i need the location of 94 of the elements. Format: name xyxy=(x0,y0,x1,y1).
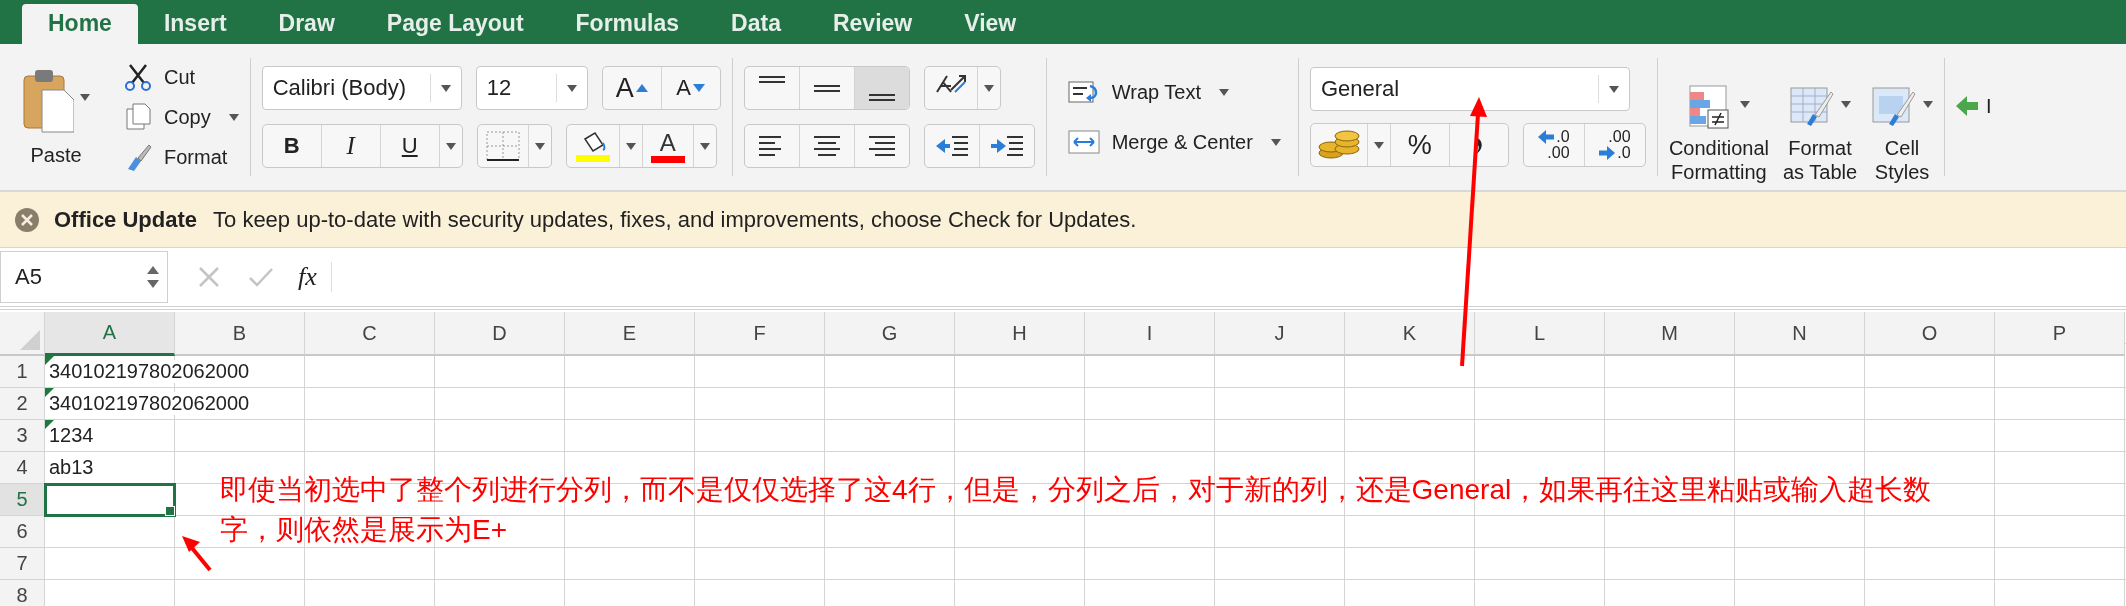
column-header[interactable]: H xyxy=(955,312,1085,356)
ribbon-tab[interactable]: Review xyxy=(806,4,939,44)
selected-cell[interactable] xyxy=(45,484,175,516)
color-bar-icon xyxy=(650,155,685,163)
caret-icon[interactable] xyxy=(228,113,239,121)
column-header[interactable]: M xyxy=(1605,312,1735,356)
caret-icon[interactable] xyxy=(1923,101,1934,108)
row-header[interactable]: 4 xyxy=(0,452,45,484)
decrease-font-size-button[interactable]: A xyxy=(661,67,720,109)
caret-icon[interactable] xyxy=(1270,138,1281,146)
caret-icon[interactable] xyxy=(699,142,710,150)
insert-cells-button[interactable]: I xyxy=(1956,94,1992,118)
clipboard-icon xyxy=(22,67,74,134)
caret-icon[interactable] xyxy=(80,93,90,101)
insert-function-button[interactable]: fx xyxy=(298,262,332,292)
down-triangle-icon xyxy=(693,84,706,92)
up-triangle-icon xyxy=(635,84,648,92)
caret-icon[interactable] xyxy=(1841,101,1851,108)
column-header[interactable]: P xyxy=(1995,312,2125,356)
annotation-arrow xyxy=(182,536,212,572)
underline-button[interactable]: U xyxy=(380,125,440,167)
caret-icon[interactable] xyxy=(534,142,545,150)
caret-icon[interactable] xyxy=(625,142,636,150)
left-arrow-icon xyxy=(1538,130,1555,144)
column-header[interactable]: D xyxy=(435,312,565,356)
row-header[interactable]: 8 xyxy=(0,580,45,606)
banner-message: To keep up-to-date with security updates, fixes, and improvements, choose Check for Updates. xyxy=(213,206,1137,233)
format-painter-button[interactable]: Format xyxy=(124,140,239,174)
column-header[interactable]: E xyxy=(565,312,695,356)
column-header[interactable]: J xyxy=(1215,312,1345,356)
borders-icon[interactable] xyxy=(485,131,520,161)
checkmark-icon[interactable] xyxy=(248,266,274,288)
font-name-dropdown[interactable]: Calibri (Body) xyxy=(261,66,462,110)
increase-decimal-button[interactable]: .0 .00 xyxy=(1523,124,1585,166)
format-as-table-button[interactable]: Format as Table xyxy=(1782,84,1858,184)
close-icon[interactable] xyxy=(14,206,40,233)
column-header[interactable]: I xyxy=(1085,312,1215,356)
copy-button[interactable]: Copy xyxy=(124,100,239,134)
caret-icon[interactable] xyxy=(566,84,577,92)
right-arrow-icon xyxy=(1599,146,1616,160)
caret-icon[interactable] xyxy=(1739,101,1750,108)
annotation-text: 即使当初选中了整个列进行分列，而不是仅仅选择了这4行，但是，分列之后，对于新的列，还是General，如果再往这里粘贴或输入超长数字，则依然是展示为E+ xyxy=(220,473,1933,547)
left-arrow-icon xyxy=(1956,94,1979,118)
merge-center-button[interactable]: Merge & Center xyxy=(1067,128,1281,156)
row-header[interactable]: 6 xyxy=(0,516,45,548)
wrap-text-button[interactable]: Wrap Text xyxy=(1067,78,1281,106)
ribbon-tab[interactable]: View xyxy=(938,4,1043,44)
ribbon-tab[interactable]: Home xyxy=(22,4,138,44)
fill-handle[interactable] xyxy=(165,506,175,516)
copy-icon xyxy=(124,103,152,131)
ribbon-tab[interactable]: Insert xyxy=(137,4,253,44)
row-header[interactable]: 5 xyxy=(0,484,45,516)
number-format-dropdown[interactable]: General xyxy=(1309,67,1630,111)
bold-button[interactable]: B xyxy=(262,125,322,167)
row-header[interactable]: 2 xyxy=(0,388,45,420)
column-header[interactable]: N xyxy=(1735,312,1865,356)
banner-title: Office Update xyxy=(54,206,198,233)
wrap-text-icon xyxy=(1067,78,1100,106)
decrease-decimal-button[interactable]: .00 .0 xyxy=(1584,124,1645,166)
column-header[interactable]: O xyxy=(1865,312,1995,356)
caret-icon[interactable] xyxy=(1219,88,1229,96)
name-box[interactable]: A5 xyxy=(0,251,168,303)
ribbon-tab[interactable]: Page Layout xyxy=(360,4,550,44)
caret-icon[interactable] xyxy=(1373,141,1384,149)
column-header[interactable]: B xyxy=(175,312,305,356)
row-header[interactable]: 7 xyxy=(0,548,45,580)
cell-styles-button[interactable]: Cell Styles xyxy=(1871,84,1934,184)
conditional-formatting-button[interactable]: Conditional Formatting xyxy=(1668,84,1769,184)
column-header[interactable]: L xyxy=(1475,312,1605,356)
caret-icon[interactable] xyxy=(445,142,456,150)
caret-icon[interactable] xyxy=(440,84,451,92)
column-header[interactable]: A xyxy=(45,312,175,356)
row-header[interactable]: 3 xyxy=(0,420,45,452)
font-size-dropdown[interactable]: 12 xyxy=(475,66,588,110)
ribbon-tab[interactable]: Formulas xyxy=(549,4,706,44)
fill-color-icon[interactable] xyxy=(574,129,611,163)
increase-font-size-button[interactable]: A xyxy=(602,67,662,109)
merge-cells-icon xyxy=(1067,128,1100,156)
ribbon-tab[interactable]: Draw xyxy=(252,4,361,44)
ribbon-tab[interactable]: Data xyxy=(705,4,807,44)
row-header[interactable]: 1 xyxy=(0,356,45,388)
italic-button[interactable]: I xyxy=(321,125,381,167)
column-header[interactable]: K xyxy=(1345,312,1475,356)
cut-button[interactable]: Cut xyxy=(124,60,239,94)
column-header[interactable]: G xyxy=(825,312,955,356)
scissors-icon xyxy=(124,63,152,91)
caret-icon[interactable] xyxy=(1608,85,1619,93)
stepper-icon[interactable] xyxy=(147,264,159,290)
column-header[interactable]: F xyxy=(695,312,825,356)
corner-triangle-icon xyxy=(20,330,40,350)
column-header[interactable]: C xyxy=(305,312,435,356)
paste-button[interactable]: Paste xyxy=(18,63,94,171)
coins-icon[interactable] xyxy=(1316,129,1361,161)
caret-icon[interactable] xyxy=(983,84,994,92)
